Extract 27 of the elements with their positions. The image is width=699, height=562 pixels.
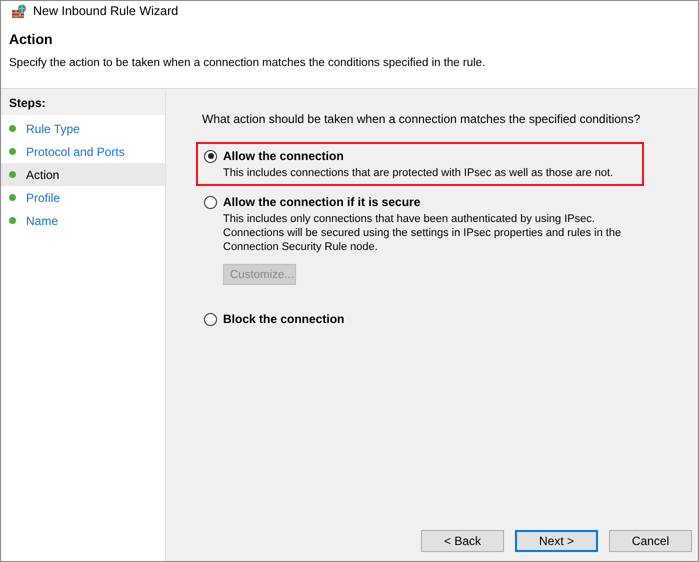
radio-button[interactable] <box>204 196 217 208</box>
status-dot-icon <box>9 217 16 224</box>
step-item[interactable]: Action <box>1 163 165 186</box>
dialog-button[interactable]: < Back <box>421 530 504 552</box>
page-subtitle: Specify the action to be taken when a connection matches the conditions specified in the rule. <box>9 57 486 69</box>
steps-heading: Steps: <box>9 96 46 110</box>
step-item[interactable]: Name <box>1 209 165 232</box>
status-dot-icon <box>9 194 16 201</box>
dialog-button[interactable]: Cancel <box>609 530 692 552</box>
firewall-icon <box>11 4 27 18</box>
page-title: Action <box>9 31 54 47</box>
window-title: New Inbound Rule Wizard <box>33 4 178 18</box>
dialog-button[interactable]: Next > <box>515 530 598 552</box>
option-description: This includes only connections that have been authenticated by using IPsec. Connections will be secured using the settings in IPsec properties and rules in the Connection Security Rule node. <box>223 212 622 254</box>
question-text: What action should be taken when a connection matches the specified conditions? <box>202 112 642 126</box>
option-label[interactable]: Allow the connection <box>223 149 344 163</box>
step-item[interactable]: Protocol and Ports <box>1 140 165 163</box>
radio-button[interactable] <box>204 150 217 162</box>
status-dot-icon <box>9 171 16 178</box>
option-label[interactable]: Block the connection <box>223 312 344 326</box>
step-item[interactable]: Rule Type <box>1 117 165 140</box>
step-item[interactable]: Profile <box>1 186 165 209</box>
status-dot-icon <box>9 125 16 132</box>
status-dot-icon <box>9 148 16 155</box>
radio-button[interactable] <box>204 312 217 326</box>
option-description: This includes connections that are protected with IPsec as well as those are not. <box>223 166 614 180</box>
option-label[interactable]: Allow the connection if it is secure <box>223 195 420 209</box>
